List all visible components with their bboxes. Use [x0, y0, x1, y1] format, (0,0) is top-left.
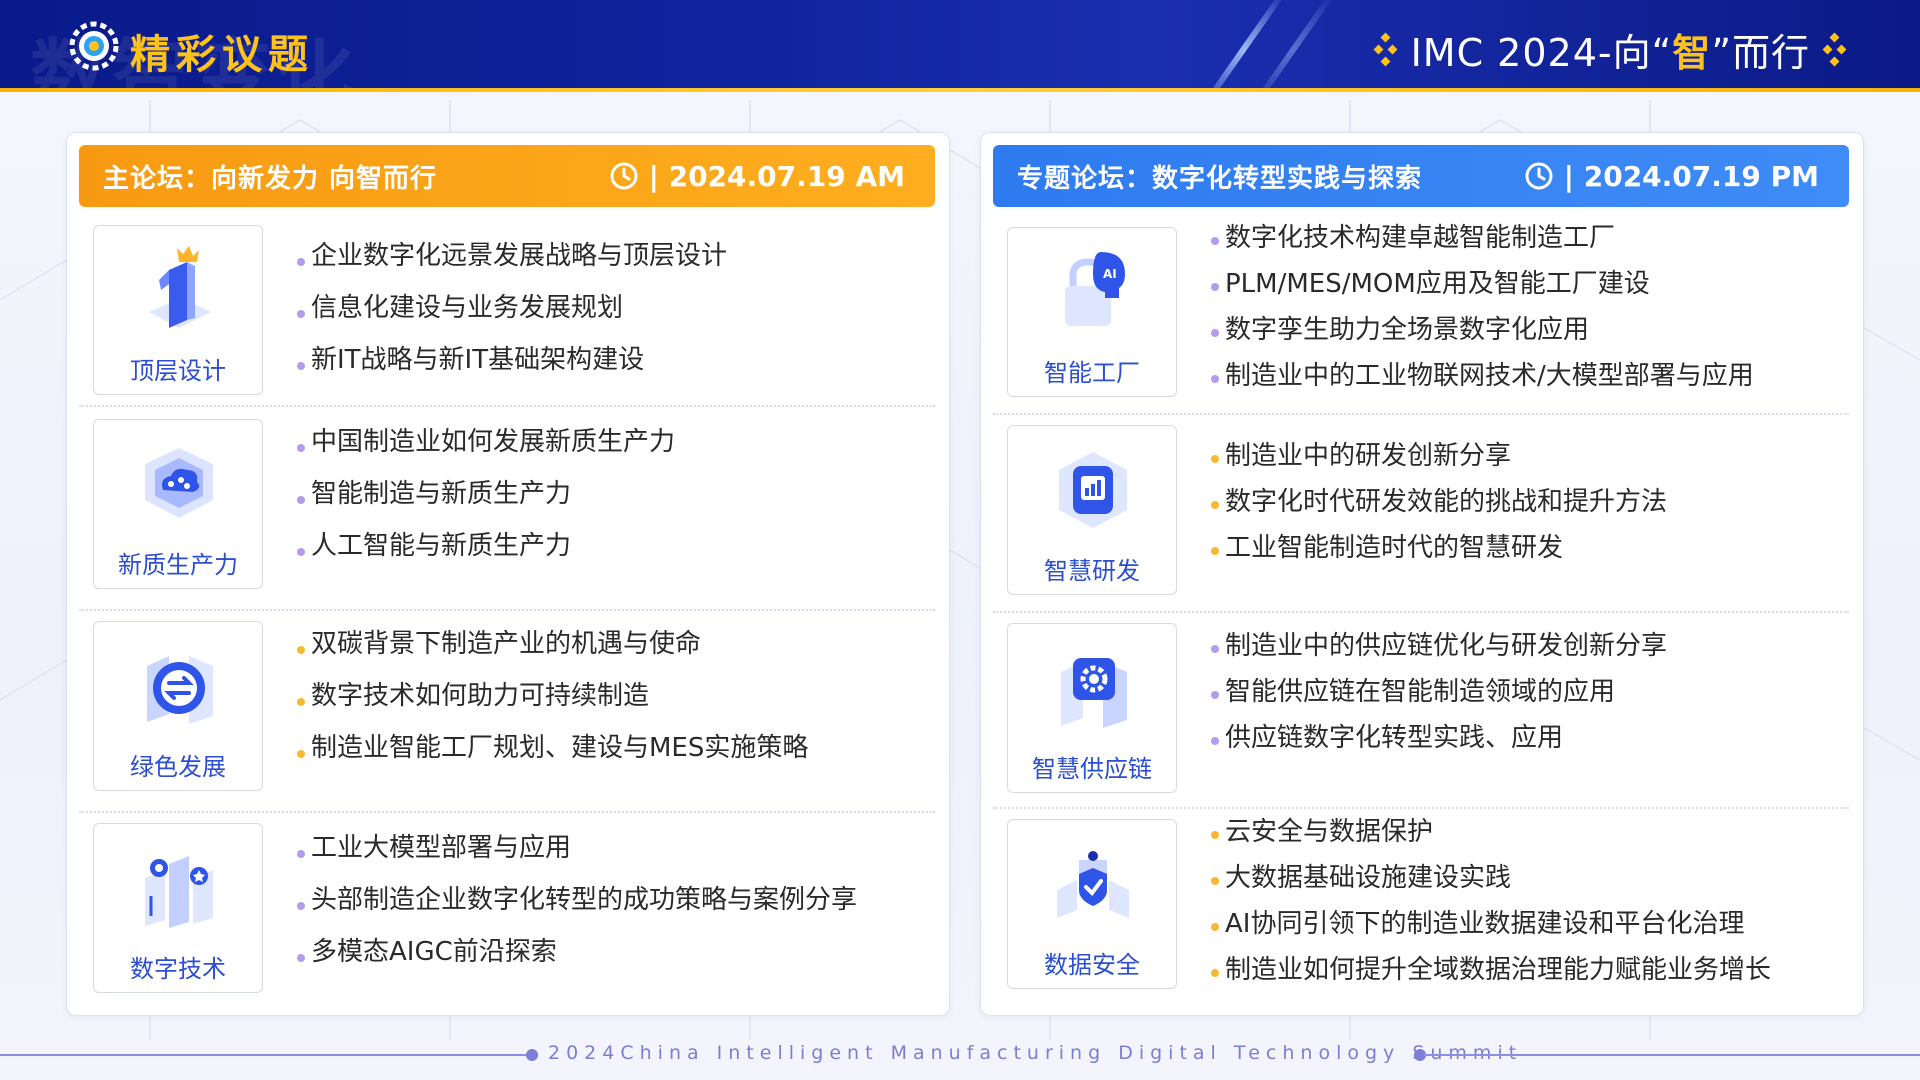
event-title-prefix: IMC 2024-向“: [1410, 31, 1673, 75]
topic-label: 数字技术: [130, 955, 226, 983]
topic-list: 工业大模型部署与应用 头部制造企业数字化转型的成功策略与案例分享 多模态AIGC…: [297, 827, 857, 983]
special-forum-title: 专题论坛：数字化转型实践与探索: [1017, 163, 1423, 194]
shield-check-cubes-icon: [1057, 851, 1129, 918]
topic-section: 顶层设计 企业数字化远景发展战略与顶层设计 信息化建设与业务发展规划 新IT战略…: [79, 215, 935, 407]
gear-cube-icon: [1061, 658, 1127, 728]
main-forum-time-text: | 2024.07.19 AM: [648, 159, 905, 193]
topic-item: 供应链数字化转型实践、应用: [1211, 717, 1667, 763]
topic-tile: 新质生产力: [93, 419, 263, 589]
special-forum-time-text: | 2024.07.19 PM: [1563, 159, 1819, 193]
footer-dot-left: [526, 1049, 538, 1061]
diamond-ornament-icon: [1373, 32, 1398, 66]
topic-section: 新质生产力 中国制造业如何发展新质生产力 智能制造与新质生产力 人工智能与新质生…: [79, 409, 935, 611]
special-forum-header: 专题论坛：数字化转型实践与探索 | 2024.07.19 PM: [993, 145, 1849, 207]
diamond-ornament-icon: [1822, 32, 1847, 66]
special-forum-panel: 专题论坛：数字化转型实践与探索 | 2024.07.19 PM AI 智能工厂 …: [980, 132, 1864, 1016]
topic-list: 企业数字化远景发展战略与顶层设计 信息化建设与业务发展规划 新IT战略与新IT基…: [297, 235, 727, 391]
main-forum-time: | 2024.07.19 AM: [609, 160, 905, 193]
topic-tile: 绿色发展: [93, 621, 263, 791]
topic-item: 智能制造与新质生产力: [297, 473, 675, 525]
topic-list: 云安全与数据保护 大数据基础设施建设实践 AI协同引领下的制造业数据建设和平台化…: [1211, 811, 1771, 995]
topic-item: 企业数字化远景发展战略与顶层设计: [297, 235, 727, 287]
topic-section: 智慧研发 制造业中的研发创新分享 数字化时代研发效能的挑战和提升方法 工业智能制…: [993, 415, 1849, 613]
main-forum-header: 主论坛：向新发力 向智而行 | 2024.07.19 AM: [79, 145, 935, 207]
clock-icon: [610, 162, 638, 190]
exchange-cube-icon: [147, 656, 213, 724]
topic-section: AI 智能工厂 数字化技术构建卓越智能制造工厂 PLM/MES/MOM应用及智能…: [993, 215, 1849, 415]
footer-line-left: [0, 1054, 530, 1056]
topic-item: 制造业中的工业物联网技术/大模型部署与应用: [1211, 355, 1754, 401]
topic-item: 头部制造企业数字化转型的成功策略与案例分享: [297, 879, 857, 931]
topic-label: 数据安全: [1044, 951, 1140, 979]
special-forum-time: | 2024.07.19 PM: [1524, 160, 1819, 193]
footer: 2024China Intelligent Manufacturing Digi…: [0, 1040, 1920, 1070]
topic-item: 工业大模型部署与应用: [297, 827, 857, 879]
topic-item: 多模态AIGC前沿探索: [297, 931, 857, 983]
topic-item: 人工智能与新质生产力: [297, 525, 675, 577]
gear-logo-icon: [69, 21, 119, 71]
topic-label: 绿色发展: [130, 753, 226, 781]
topic-section: 数据安全 云安全与数据保护 大数据基础设施建设实践 AI协同引领下的制造业数据建…: [993, 809, 1849, 1013]
event-title: IMC 2024-向“智”而行: [1411, 22, 1810, 77]
event-title-suffix: ”而行: [1711, 31, 1810, 75]
cloud-cube-icon: [145, 448, 213, 518]
topic-tile: AI 智能工厂: [1007, 227, 1177, 397]
topic-item: 制造业中的供应链优化与研发创新分享: [1211, 625, 1667, 671]
topic-label: 智慧研发: [1044, 557, 1140, 585]
topic-item: 工业智能制造时代的智慧研发: [1211, 527, 1667, 573]
crown-number-one-icon: [149, 246, 211, 328]
topic-item: 信息化建设与业务发展规划: [297, 287, 727, 339]
topic-item: 数字技术如何助力可持续制造: [297, 675, 808, 727]
topic-tile: 智慧供应链: [1007, 623, 1177, 793]
footer-summit-name: 2024China Intelligent Manufacturing Digi…: [548, 1042, 1523, 1064]
svg-text:AI: AI: [1103, 267, 1117, 281]
topic-item: 智能供应链在智能制造领域的应用: [1211, 671, 1667, 717]
topic-item: 新IT战略与新IT基础架构建设: [297, 339, 727, 391]
event-title-highlight: 智: [1672, 31, 1712, 75]
topic-section: 智慧供应链 制造业中的供应链优化与研发创新分享 智能供应链在智能制造领域的应用 …: [993, 613, 1849, 809]
topic-item: 制造业如何提升全域数据治理能力赋能业务增长: [1211, 949, 1771, 995]
topic-label: 新质生产力: [118, 551, 238, 579]
topic-list: 制造业中的研发创新分享 数字化时代研发效能的挑战和提升方法 工业智能制造时代的智…: [1211, 435, 1667, 573]
topic-item: 大数据基础设施建设实践: [1211, 857, 1771, 903]
topic-item: 制造业智能工厂规划、建设与MES实施策略: [297, 727, 808, 779]
topic-tile: 数据安全: [1007, 819, 1177, 989]
topic-label: 智慧供应链: [1032, 755, 1152, 783]
header-bar: 数智变化 精彩议题 IMC 2024-向“智”而行: [0, 0, 1920, 92]
topic-item: 制造业中的研发创新分享: [1211, 435, 1667, 481]
topic-list: 中国制造业如何发展新质生产力 智能制造与新质生产力 人工智能与新质生产力: [297, 421, 675, 577]
digital-blocks-icon: [145, 856, 213, 928]
topic-section: 绿色发展 双碳背景下制造产业的机遇与使命 数字技术如何助力可持续制造 制造业智能…: [79, 611, 935, 813]
clock-icon: [1525, 162, 1553, 190]
topic-item: 数字化时代研发效能的挑战和提升方法: [1211, 481, 1667, 527]
main-forum-title: 主论坛：向新发力 向智而行: [103, 163, 438, 194]
topic-list: 数字化技术构建卓越智能制造工厂 PLM/MES/MOM应用及智能工厂建设 数字孪…: [1211, 217, 1754, 401]
page-title: 精彩议题: [130, 32, 314, 78]
topic-label: 顶层设计: [130, 357, 226, 385]
topic-tile: 数字技术: [93, 823, 263, 993]
topic-tile: 顶层设计: [93, 225, 263, 395]
event-name: IMC 2024-向“智”而行: [1373, 22, 1848, 77]
topic-item: 数字孪生助力全场景数字化应用: [1211, 309, 1754, 355]
main-forum-panel: 主论坛：向新发力 向智而行 | 2024.07.19 AM 顶层设计 企业数字化…: [66, 132, 950, 1016]
topic-item: 双碳背景下制造产业的机遇与使命: [297, 623, 808, 675]
topic-list: 制造业中的供应链优化与研发创新分享 智能供应链在智能制造领域的应用 供应链数字化…: [1211, 625, 1667, 763]
topic-item: 中国制造业如何发展新质生产力: [297, 421, 675, 473]
chart-device-icon: [1059, 452, 1127, 528]
topic-list: 双碳背景下制造产业的机遇与使命 数字技术如何助力可持续制造 制造业智能工厂规划、…: [297, 623, 808, 779]
topic-label: 智能工厂: [1044, 359, 1140, 387]
topic-item: 数字化技术构建卓越智能制造工厂: [1211, 217, 1754, 263]
footer-line-right: [1424, 1054, 1920, 1056]
topic-item: AI协同引领下的制造业数据建设和平台化治理: [1211, 903, 1771, 949]
topic-tile: 智慧研发: [1007, 425, 1177, 595]
topic-item: 云安全与数据保护: [1211, 811, 1771, 857]
ai-head-lock-icon: AI: [1065, 252, 1125, 326]
topic-section: 数字技术 工业大模型部署与应用 头部制造企业数字化转型的成功策略与案例分享 多模…: [79, 813, 935, 1013]
topic-item: PLM/MES/MOM应用及智能工厂建设: [1211, 263, 1754, 309]
